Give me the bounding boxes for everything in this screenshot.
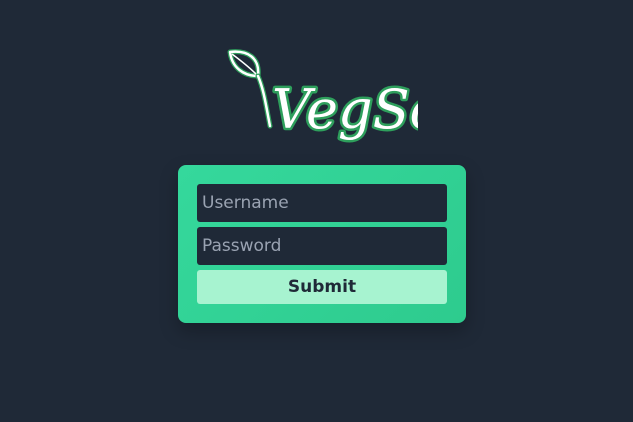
password-input[interactable]: [197, 227, 447, 265]
login-page: VegSoc VegSoc Submit: [0, 0, 633, 422]
username-input[interactable]: [197, 184, 447, 222]
vegsoc-logo: VegSoc VegSoc: [222, 44, 418, 148]
submit-button[interactable]: Submit: [197, 270, 447, 304]
login-form: Submit: [178, 165, 466, 323]
leaf-icon: [227, 49, 273, 129]
logo-graphic: VegSoc VegSoc: [227, 49, 418, 144]
logo-text: VegSoc: [272, 78, 418, 141]
